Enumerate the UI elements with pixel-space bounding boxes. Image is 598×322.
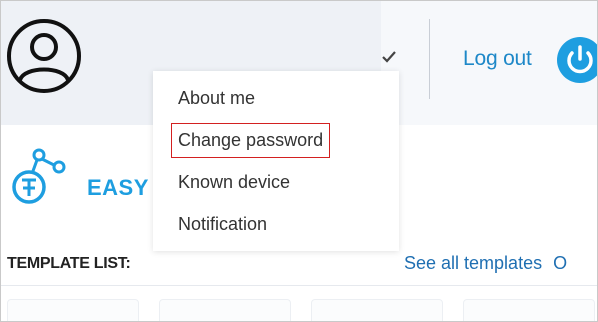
token-network-icon <box>9 147 71 209</box>
menu-item-notification[interactable]: Notification <box>178 214 267 235</box>
user-dropdown-menu: About me Change password Known device No… <box>153 71 399 251</box>
overflow-char: O <box>553 253 568 273</box>
menu-item-change-password[interactable]: Change password <box>170 123 331 158</box>
template-card[interactable] <box>7 299 139 321</box>
see-all-label[interactable]: See all templates <box>404 253 542 273</box>
list-divider <box>1 285 597 286</box>
brand-name: EASY <box>87 175 149 200</box>
power-icon[interactable] <box>557 37 597 83</box>
template-card[interactable] <box>463 299 595 321</box>
template-list-label: TEMPLATE LIST: <box>7 255 131 272</box>
header-divider <box>429 19 430 99</box>
template-card[interactable] <box>311 299 443 321</box>
user-circle-icon[interactable] <box>6 18 82 94</box>
see-all-templates-link[interactable]: See all templates O <box>404 253 567 274</box>
checkmark-chevron-icon[interactable] <box>381 49 397 65</box>
template-card[interactable] <box>159 299 291 321</box>
app-frame: Log out EASY TEMPLATE LIST: See all temp… <box>0 0 598 322</box>
menu-item-known-device[interactable]: Known device <box>178 172 290 193</box>
menu-item-about-me[interactable]: About me <box>178 88 255 109</box>
logout-link[interactable]: Log out <box>463 47 532 71</box>
